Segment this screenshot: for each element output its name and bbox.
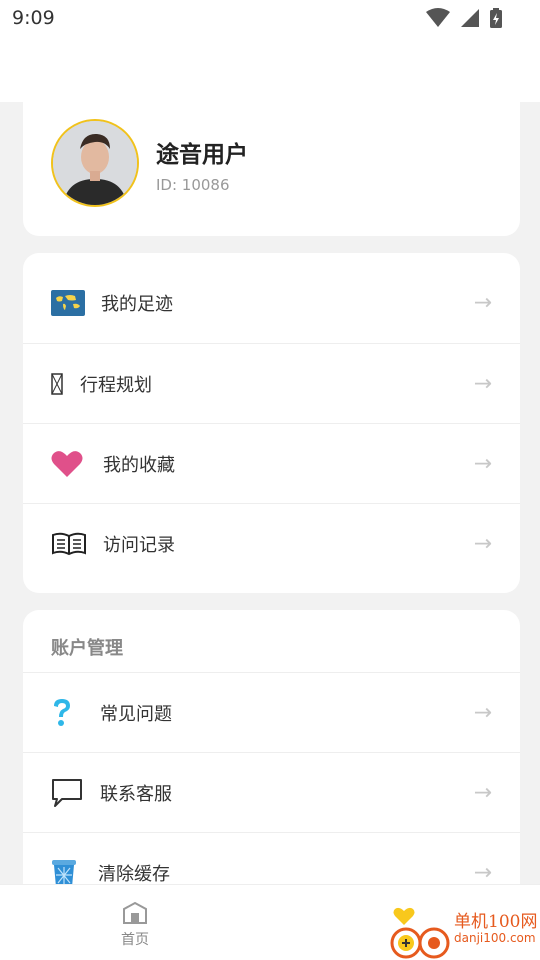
menu-item-label: 清除缓存: [98, 863, 170, 885]
open-book-icon: [51, 531, 87, 557]
trash-can-icon: [51, 858, 77, 888]
arrow-right-icon: →: [473, 451, 492, 476]
account-management-card: 账户管理 常见问题 → 联系客服 → 清除缓存 →: [23, 610, 520, 900]
profile-id: ID: 10086: [156, 176, 230, 194]
profile-name: 途音用户: [156, 142, 248, 168]
watermark: 单机100网 danji100.com: [390, 903, 540, 960]
menu-item-label: 行程规划: [80, 374, 152, 396]
watermark-logo-icon: [390, 907, 450, 959]
status-icons: [426, 8, 502, 28]
world-map-icon: [51, 290, 85, 316]
cell-signal-icon: [461, 9, 479, 27]
missing-glyph-icon: [51, 372, 63, 395]
menu-item-itinerary[interactable]: 行程规划 →: [23, 343, 520, 423]
arrow-right-icon: →: [473, 290, 492, 316]
main-content: 途音用户 ID: 10086 我的足迹 → 行程规划 → 我的收藏 → 访问记录…: [0, 102, 540, 900]
nav-home-label: 首页: [121, 932, 149, 948]
menu-item-customer-service[interactable]: 联系客服 →: [23, 752, 520, 832]
section-title: 账户管理: [51, 638, 123, 659]
arrow-right-icon: →: [473, 780, 492, 805]
arrow-right-icon: →: [473, 371, 492, 396]
nav-home[interactable]: 首页: [105, 901, 165, 949]
menu-item-faq[interactable]: 常见问题 →: [23, 673, 520, 753]
primary-menu-card: 我的足迹 → 行程规划 → 我的收藏 → 访问记录 →: [23, 253, 520, 593]
arrow-right-icon: →: [473, 700, 492, 726]
arrow-right-icon: →: [473, 860, 492, 885]
menu-item-label: 联系客服: [100, 783, 172, 805]
menu-item-label: 我的足迹: [101, 294, 173, 315]
avatar[interactable]: [51, 119, 139, 207]
menu-item-label: 常见问题: [100, 704, 172, 725]
menu-item-label: 我的收藏: [103, 454, 175, 476]
profile-card[interactable]: 途音用户 ID: 10086: [23, 102, 520, 236]
menu-item-label: 访问记录: [103, 534, 175, 556]
home-icon: [123, 901, 147, 924]
avatar-photo: [53, 121, 137, 205]
bottom-nav: 首页 单机100网 danji100.com: [0, 884, 540, 960]
watermark-url: danji100.com: [454, 931, 536, 945]
watermark-title: 单机100网: [454, 912, 538, 932]
menu-item-history[interactable]: 访问记录 →: [23, 503, 520, 583]
speech-bubble-icon: [51, 778, 83, 808]
heart-icon: [51, 450, 83, 478]
status-time: 9:09: [12, 7, 55, 29]
battery-charging-icon: [490, 8, 502, 28]
question-mark-icon: [51, 698, 73, 728]
wifi-icon: [426, 8, 450, 27]
menu-item-favorites[interactable]: 我的收藏 →: [23, 423, 520, 503]
header-area: [0, 36, 540, 102]
status-bar: 9:09: [0, 0, 540, 36]
menu-item-footprints[interactable]: 我的足迹 →: [23, 263, 520, 343]
arrow-right-icon: →: [473, 531, 492, 556]
